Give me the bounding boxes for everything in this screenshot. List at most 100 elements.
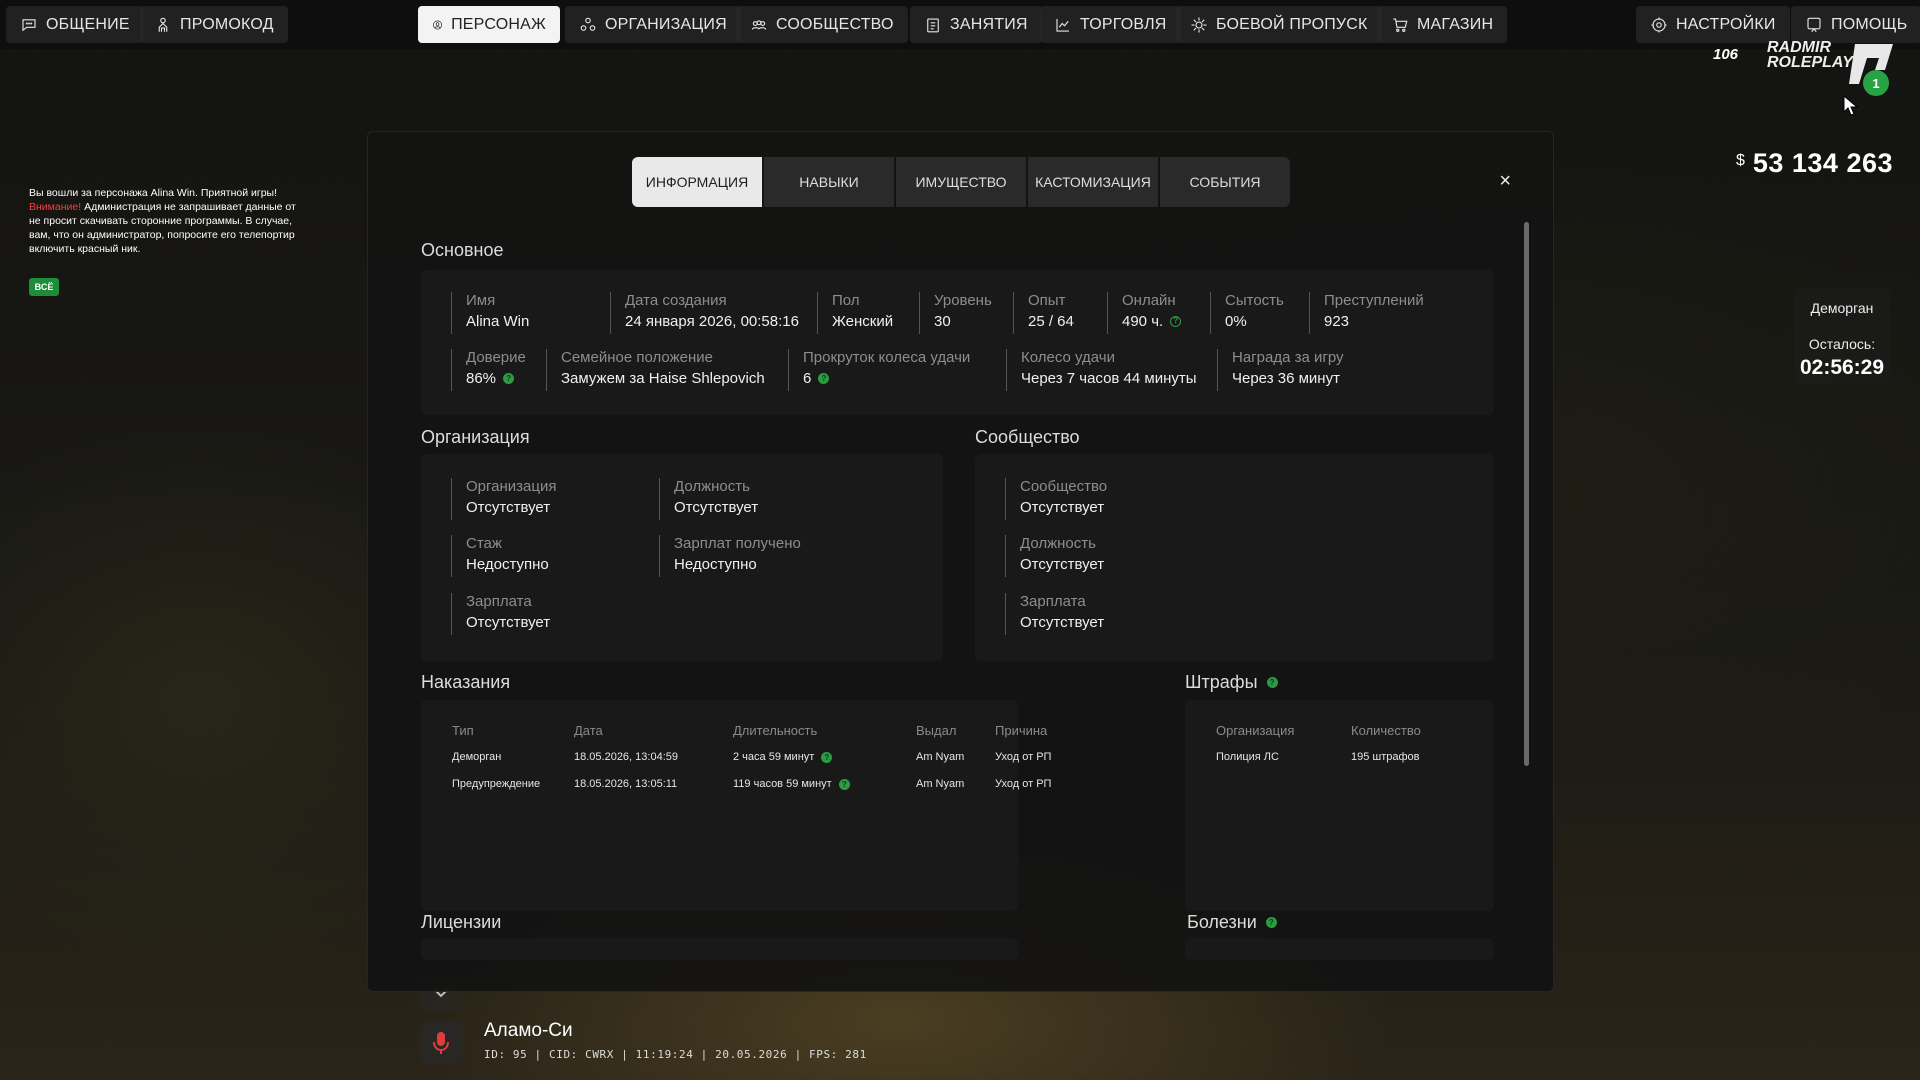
field-value-text: 490 ч. bbox=[1122, 313, 1164, 330]
nav-settings-label: НАСТРОЙКИ bbox=[1676, 15, 1776, 33]
tab-information[interactable]: ИНФОРМАЦИЯ bbox=[632, 157, 762, 207]
location-name: Аламо-Си bbox=[484, 1020, 573, 1041]
field-label: Организация bbox=[466, 478, 557, 495]
close-icon[interactable]: × bbox=[1499, 170, 1511, 193]
info-icon[interactable]: ? bbox=[1265, 917, 1277, 928]
logo-wordmark: RADMIR ROLEPLAY bbox=[1767, 40, 1853, 71]
field-value: 24 января 2026, 00:58:16 bbox=[625, 313, 799, 330]
microphone-button[interactable] bbox=[420, 1022, 462, 1064]
field-wheel-spins: Прокруток колеса удачи 6? bbox=[788, 349, 970, 391]
tab-skills[interactable]: НАВЫКИ bbox=[764, 157, 894, 207]
chat-line-text: Администрация не запрашивает данные от bbox=[81, 201, 296, 213]
field-label: Опыт bbox=[1028, 292, 1066, 309]
chat-line: Внимание! Администрация не запрашивает д… bbox=[29, 200, 409, 214]
field-label: Стаж bbox=[466, 535, 502, 552]
field-org-salary: Зарплата Отсутствует bbox=[451, 593, 550, 635]
nav-character-button[interactable]: ПЕРСОНАЖ bbox=[418, 6, 560, 43]
scrollbar[interactable] bbox=[1524, 222, 1529, 766]
info-icon[interactable]: ? bbox=[818, 373, 830, 384]
nav-trade-label: ТОРГОВЛЯ bbox=[1080, 15, 1167, 33]
section-title-community: Сообщество bbox=[975, 427, 1080, 447]
info-icon[interactable]: ? bbox=[838, 778, 850, 790]
nav-shop-button[interactable]: МАГАЗИН bbox=[1377, 6, 1508, 43]
field-value: Отсутствует bbox=[1020, 499, 1107, 516]
field-value-text: Недоступно bbox=[674, 556, 757, 573]
field-value-text: 25 / 64 bbox=[1028, 313, 1074, 330]
punishments-card: Тип Дата Длительность Выдал Причина Демо… bbox=[421, 700, 1051, 911]
chat-filter-all-button[interactable]: ВСЁ bbox=[29, 278, 59, 296]
field-marital-status: Семейное положение Замужем за Haise Shle… bbox=[546, 349, 765, 391]
field-value-text: 24 января 2026, 00:58:16 bbox=[625, 313, 799, 330]
chat-log: Вы вошли за персонажа Alina Win. Приятно… bbox=[29, 186, 409, 256]
field-name: Имя Alina Win bbox=[451, 292, 529, 334]
table-header: Длительность bbox=[733, 723, 818, 738]
table-cell: Am Nyam bbox=[916, 778, 965, 790]
tab-events[interactable]: СОБЫТИЯ bbox=[1160, 157, 1290, 207]
help-icon bbox=[1807, 17, 1821, 32]
tab-customization[interactable]: КАСТОМИЗАЦИЯ bbox=[1028, 157, 1158, 207]
field-online: Онлайн 490 ч.? bbox=[1107, 292, 1182, 334]
nav-battlepass-button[interactable]: БОЕВОЙ ПРОПУСК bbox=[1176, 6, 1382, 43]
info-icon[interactable]: ? bbox=[1170, 316, 1182, 327]
nav-promo-label: ПРОМОКОД bbox=[180, 15, 274, 33]
nav-community-button[interactable]: СООБЩЕСТВО bbox=[736, 6, 908, 43]
money-display: $ 53 134 263 bbox=[1736, 148, 1893, 179]
table-cell: 119 часов 59 минут? bbox=[733, 778, 850, 790]
demorgan-timer: Деморган Осталось: 02:56:29 bbox=[1794, 288, 1890, 384]
field-label: Дата создания bbox=[625, 292, 727, 309]
table-header: Дата bbox=[574, 723, 603, 738]
server-number: 106 bbox=[1713, 46, 1739, 63]
table-header: Количество bbox=[1351, 723, 1421, 738]
info-icon[interactable]: ? bbox=[1266, 677, 1278, 688]
field-label: Зарплат получено bbox=[674, 535, 801, 552]
field-value-text: Отсутствует bbox=[1020, 556, 1105, 573]
field-label: Семейное положение bbox=[561, 349, 713, 366]
cart-icon bbox=[1393, 17, 1408, 32]
info-icon[interactable]: ? bbox=[503, 373, 515, 384]
nav-trade-button[interactable]: ТОРГОВЛЯ bbox=[1040, 6, 1181, 43]
field-label: Колесо удачи bbox=[1021, 349, 1115, 366]
nav-promo-button[interactable]: ПРОМОКОД bbox=[140, 6, 288, 43]
section-title-fines: Штрафы? bbox=[1185, 672, 1278, 693]
table-cell: 18.05.2026, 13:05:11 bbox=[574, 778, 678, 790]
table-cell: Полиция ЛС bbox=[1216, 751, 1279, 763]
field-value-text: 0% bbox=[1225, 313, 1247, 330]
chat-warning-word: Внимание! bbox=[29, 201, 82, 213]
logo-line2: ROLEPLAY bbox=[1767, 54, 1853, 71]
field-value: Через 36 минут bbox=[1232, 370, 1344, 387]
licenses-card bbox=[421, 938, 1018, 960]
field-value-text: Женский bbox=[832, 313, 894, 330]
field-value-text: Недоступно bbox=[466, 556, 549, 573]
nav-organization-button[interactable]: ОРГАНИЗАЦИЯ bbox=[565, 6, 741, 43]
field-community-position: Должность Отсутствует bbox=[1005, 535, 1104, 577]
character-modal: ИНФОРМАЦИЯ НАВЫКИ ИМУЩЕСТВО КАСТОМИЗАЦИЯ… bbox=[367, 131, 1554, 992]
nav-help-button[interactable]: ПОМОЩЬ bbox=[1791, 6, 1920, 43]
field-value-text: 86% bbox=[466, 370, 497, 387]
organization-icon bbox=[580, 17, 596, 31]
table-cell: Уход от РП bbox=[995, 778, 1052, 790]
field-value-text: Отсутствует bbox=[1020, 614, 1105, 631]
field-value: Через 7 часов 44 минуты bbox=[1021, 370, 1197, 387]
info-icon[interactable]: ? bbox=[821, 751, 833, 763]
field-label: Сообщество bbox=[1020, 478, 1108, 495]
chat-line: не просит скачивать сторонние программы.… bbox=[29, 215, 293, 227]
field-value: Отсутствует bbox=[466, 499, 556, 516]
field-value: 490 ч.? bbox=[1122, 313, 1182, 330]
diseases-card bbox=[1185, 938, 1494, 960]
section-title-basic: Основное bbox=[421, 240, 504, 260]
community-card: Сообщество Отсутствует Должность Отсутст… bbox=[975, 454, 1494, 661]
field-value-text: 6 bbox=[803, 370, 812, 387]
nav-settings-button[interactable]: НАСТРОЙКИ bbox=[1636, 6, 1790, 43]
field-label: Доверие bbox=[466, 349, 526, 366]
nav-chat-button[interactable]: ОБЩЕНИЕ bbox=[6, 6, 144, 43]
field-value-text: Отсутствует bbox=[466, 614, 551, 631]
field-value-text: Отсутствует bbox=[1020, 499, 1105, 516]
tab-property[interactable]: ИМУЩЕСТВО bbox=[896, 157, 1026, 207]
nav-activities-button[interactable]: ЗАНЯТИЯ bbox=[910, 6, 1042, 43]
gear-badge-icon bbox=[1191, 17, 1207, 32]
field-label: Прокруток колеса удачи bbox=[803, 349, 971, 366]
table-cell: Предупреждение bbox=[452, 778, 541, 790]
field-value-text: Alina Win bbox=[466, 313, 530, 330]
nav-chat-label: ОБЩЕНИЕ bbox=[46, 15, 130, 33]
table-header: Тип bbox=[452, 723, 474, 738]
